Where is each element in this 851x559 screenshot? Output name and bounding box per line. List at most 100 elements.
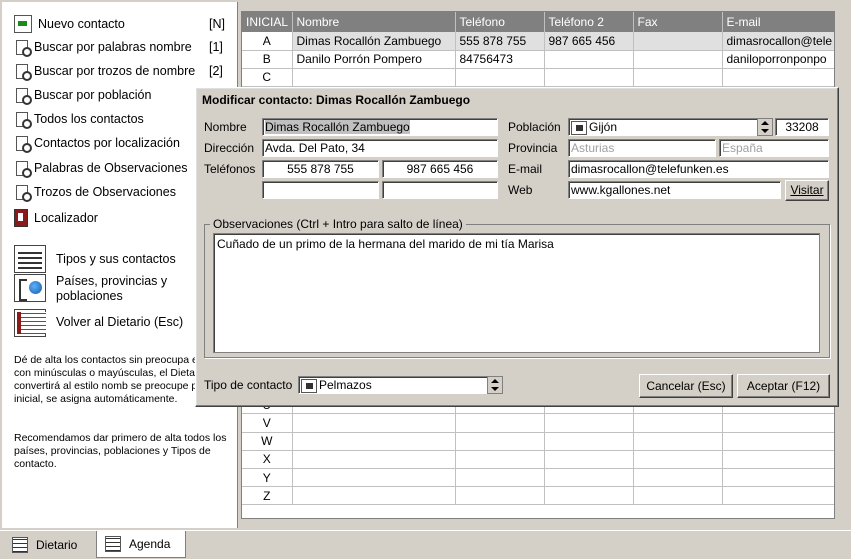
table-cell[interactable]: daniloporronponpo xyxy=(722,50,834,69)
nav-item-5[interactable]: Contactos por localización xyxy=(14,133,180,153)
table-cell[interactable]: dimasrocallon@tele xyxy=(722,32,834,51)
table-cell[interactable]: 987 665 456 xyxy=(544,32,634,51)
column-header[interactable]: E-mail xyxy=(722,12,834,32)
web-field[interactable]: www.kgallones.net xyxy=(568,181,781,199)
poblacion-field[interactable]: Gijón xyxy=(568,118,758,136)
table-cell[interactable]: B xyxy=(242,50,293,69)
tab-label: Dietario xyxy=(36,538,78,552)
table-row[interactable]: X xyxy=(242,450,834,470)
nav-item-0[interactable]: Nuevo contacto [N] xyxy=(14,14,225,34)
telefono4-field[interactable] xyxy=(382,181,498,199)
table-cell[interactable]: Danilo Porrón Pompero xyxy=(292,50,456,69)
table-cell[interactable] xyxy=(455,432,545,451)
table-cell[interactable] xyxy=(455,68,545,88)
table-row[interactable]: B Danilo Porrón Pompero 84756473 daniloporr… xyxy=(242,50,834,69)
table-cell[interactable]: Y xyxy=(242,468,293,488)
lookup-icon[interactable] xyxy=(571,120,587,135)
lookup-icon[interactable] xyxy=(301,378,317,393)
table-cell[interactable] xyxy=(292,450,456,470)
nav-big-item-1[interactable]: Países, provincias y poblaciones xyxy=(14,274,186,304)
help-text-2: Recomendamos dar primero de alta todos l… xyxy=(14,432,227,470)
table-cell[interactable] xyxy=(633,413,723,433)
table-row[interactable]: Y xyxy=(242,468,834,488)
visitar-button[interactable]: Visitar xyxy=(785,180,829,201)
table-cell[interactable] xyxy=(544,432,634,451)
accept-button[interactable]: Aceptar (F12) xyxy=(737,374,830,398)
nav-item-shortcut: [N] xyxy=(209,17,225,31)
table-cell[interactable] xyxy=(722,468,834,488)
table-cell[interactable]: 84756473 xyxy=(455,50,545,69)
table-row[interactable]: Z xyxy=(242,486,834,506)
table-cell[interactable] xyxy=(633,468,723,488)
table-cell[interactable]: X xyxy=(242,450,293,470)
column-header[interactable]: INICIAL xyxy=(242,12,293,32)
tab-1[interactable]: Agenda xyxy=(96,531,186,558)
table-cell[interactable] xyxy=(633,32,723,51)
table-row[interactable]: W xyxy=(242,432,834,451)
table-cell[interactable]: 555 878 755 xyxy=(455,32,545,51)
email-field[interactable]: dimasrocallon@telefunken.es xyxy=(568,160,829,178)
table-cell[interactable] xyxy=(633,50,723,69)
telefono3-field[interactable] xyxy=(262,181,379,199)
observaciones-field[interactable]: Cuñado de un primo de la hermana del mar… xyxy=(213,233,820,353)
telefono1-field[interactable]: 555 878 755 xyxy=(262,160,379,178)
table-cell[interactable] xyxy=(292,413,456,433)
table-cell[interactable]: Z xyxy=(242,486,293,506)
nav-item-1[interactable]: Buscar por palabras nombre [1] xyxy=(14,37,223,57)
table-cell[interactable] xyxy=(722,432,834,451)
table-cell[interactable] xyxy=(722,450,834,470)
table-row[interactable]: A Dimas Rocallón Zambuego 555 878 755 987 6… xyxy=(242,32,834,51)
cp-field[interactable]: 33208 xyxy=(775,118,829,136)
poblacion-label: Población xyxy=(508,120,561,134)
table-cell[interactable] xyxy=(544,413,634,433)
column-header[interactable]: Nombre xyxy=(292,12,456,32)
table-cell[interactable] xyxy=(722,68,834,88)
nav-big-item-2[interactable]: Volver al Dietario (Esc) xyxy=(14,309,186,337)
table-row[interactable]: C xyxy=(242,68,834,88)
table-cell[interactable] xyxy=(544,68,634,88)
table-cell[interactable] xyxy=(292,486,456,506)
table-cell[interactable] xyxy=(544,450,634,470)
table-cell[interactable] xyxy=(292,432,456,451)
tab-0[interactable]: Dietario xyxy=(4,533,92,557)
nav-item-6[interactable]: Palabras de Observaciones xyxy=(14,158,188,178)
nav-big-item-0[interactable]: Tipos y sus contactos xyxy=(14,245,186,273)
cancel-button[interactable]: Cancelar (Esc) xyxy=(639,374,733,398)
table-cell[interactable]: V xyxy=(242,413,293,433)
table-cell[interactable]: W xyxy=(242,432,293,451)
nav-item-7[interactable]: Trozos de Observaciones xyxy=(14,182,176,202)
table-cell[interactable] xyxy=(722,486,834,506)
poblacion-spinner[interactable] xyxy=(757,118,773,136)
table-cell[interactable] xyxy=(544,486,634,506)
nav-item-3[interactable]: Buscar por población xyxy=(14,85,151,105)
tipo-spinner[interactable] xyxy=(487,376,503,394)
table-cell[interactable]: Dimas Rocallón Zambuego xyxy=(292,32,456,51)
table-row[interactable]: V xyxy=(242,413,834,433)
table-cell[interactable]: A xyxy=(242,32,293,51)
table-cell[interactable] xyxy=(292,468,456,488)
column-header[interactable]: Fax xyxy=(633,12,723,32)
table-cell[interactable] xyxy=(455,450,545,470)
nav-item-label: Trozos de Observaciones xyxy=(34,185,176,199)
table-cell[interactable] xyxy=(455,486,545,506)
nav-item-8[interactable]: Localizador xyxy=(14,208,98,228)
table-cell[interactable] xyxy=(633,486,723,506)
nav-item-4[interactable]: Todos los contactos xyxy=(14,109,144,129)
table-cell[interactable] xyxy=(292,68,456,88)
direccion-field[interactable]: Avda. Del Pato, 34 xyxy=(262,139,498,157)
column-header[interactable]: Teléfono xyxy=(455,12,545,32)
table-cell[interactable] xyxy=(455,468,545,488)
table-cell[interactable] xyxy=(544,50,634,69)
table-cell[interactable] xyxy=(455,413,545,433)
table-cell[interactable]: C xyxy=(242,68,293,88)
table-cell[interactable] xyxy=(722,413,834,433)
tipo-field[interactable]: Pelmazos xyxy=(298,376,488,394)
nombre-field[interactable]: Dimas Rocallón Zambuego xyxy=(262,118,498,136)
table-cell[interactable] xyxy=(544,468,634,488)
table-cell[interactable] xyxy=(633,68,723,88)
table-cell[interactable] xyxy=(633,450,723,470)
table-cell[interactable] xyxy=(633,432,723,451)
column-header[interactable]: Teléfono 2 xyxy=(544,12,634,32)
telefono2-field[interactable]: 987 665 456 xyxy=(382,160,498,178)
nav-item-2[interactable]: Buscar por trozos de nombre [2] xyxy=(14,61,223,81)
